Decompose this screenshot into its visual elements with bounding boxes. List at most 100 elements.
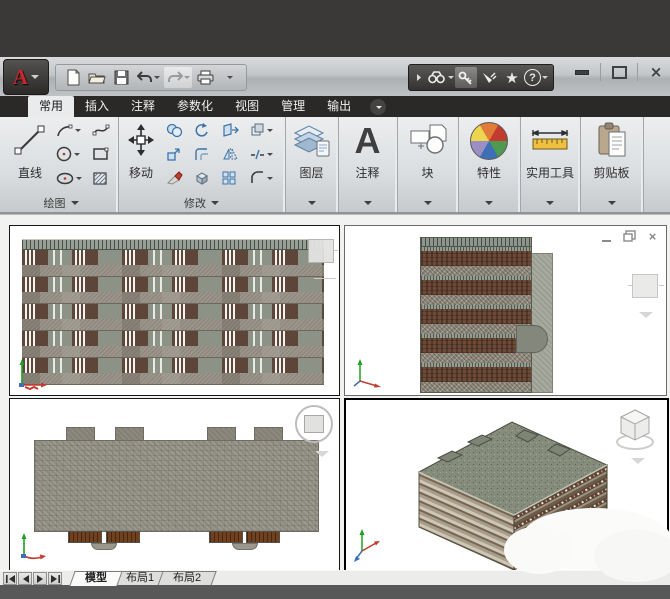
ellipse-icon[interactable] <box>56 168 82 188</box>
expand-arrow-icon[interactable] <box>414 67 424 88</box>
doc-restore-icon[interactable] <box>622 230 637 242</box>
viewcube-3d-icon[interactable] <box>613 406 657 452</box>
side-elevation-graphic <box>420 237 553 393</box>
doc-minimize-icon[interactable] <box>599 230 614 242</box>
print-icon[interactable] <box>194 67 216 88</box>
qat-customize-icon[interactable] <box>218 67 240 88</box>
favorites-star-icon[interactable]: ★ <box>501 67 523 88</box>
scale-flyout-icon[interactable] <box>250 120 273 140</box>
utilities-label[interactable]: 实用工具 <box>520 164 580 181</box>
rectangle-icon[interactable] <box>92 144 110 164</box>
help-icon[interactable]: ? <box>524 69 541 86</box>
layers-icon[interactable] <box>285 118 338 164</box>
utilities-expand[interactable] <box>520 194 580 212</box>
block-expand[interactable] <box>397 194 458 212</box>
undo-icon[interactable] <box>134 67 162 88</box>
block-icon[interactable] <box>397 118 458 164</box>
prev-tab-icon[interactable] <box>18 572 32 585</box>
tab-parametric[interactable]: 参数化 <box>166 96 224 117</box>
clipboard-icon[interactable] <box>580 118 643 164</box>
search-dropdown-caret[interactable] <box>448 76 454 79</box>
properties-label[interactable]: 特性 <box>458 164 520 181</box>
viewport-side-elevation[interactable]: × <box>344 225 667 396</box>
floor-row <box>22 250 324 277</box>
search-binoculars-icon[interactable] <box>425 67 447 88</box>
open-folder-icon[interactable] <box>86 67 108 88</box>
draw-panel-label[interactable]: 绘图 <box>4 194 118 212</box>
roof-tab <box>207 427 236 441</box>
circle-icon[interactable] <box>56 144 82 164</box>
tab-view[interactable]: 视图 <box>224 96 270 117</box>
autocad-logo-icon: A <box>13 67 28 88</box>
viewport-plan-view[interactable] <box>9 398 340 571</box>
line-button[interactable]: 直线 <box>7 119 53 193</box>
last-tab-icon[interactable] <box>48 572 62 585</box>
rotate-icon[interactable] <box>194 120 210 140</box>
entrance-step <box>91 543 117 550</box>
minimize-button[interactable] <box>568 62 596 82</box>
ribbon-collapse-icon[interactable] <box>370 99 386 115</box>
redo-icon[interactable] <box>164 67 192 88</box>
restore-button[interactable] <box>605 62 633 82</box>
viewcube-icon[interactable] <box>308 239 334 263</box>
arc-icon[interactable] <box>56 120 82 140</box>
first-tab-icon[interactable] <box>3 572 17 585</box>
viewcube-compass[interactable] <box>295 405 333 443</box>
viewcube-tick <box>334 250 338 251</box>
layers-label[interactable]: 图层 <box>285 164 338 181</box>
entrance-porch <box>68 531 102 543</box>
clipboard-expand[interactable] <box>580 194 643 212</box>
application-menu-button[interactable]: A <box>3 59 49 95</box>
fillet-icon[interactable] <box>250 168 273 188</box>
annotation-expand[interactable] <box>338 194 397 212</box>
annotation-label[interactable]: 注释 <box>338 164 397 181</box>
erase-icon[interactable] <box>166 168 183 188</box>
undo-dropdown-caret[interactable] <box>154 76 160 79</box>
move-button[interactable]: 移动 <box>120 119 162 193</box>
viewcube-icon[interactable] <box>632 274 658 298</box>
tab-manage[interactable]: 管理 <box>270 96 316 117</box>
status-band <box>0 585 670 599</box>
array-icon[interactable] <box>222 168 239 188</box>
viewport-front-elevation[interactable] <box>9 225 340 396</box>
offset-icon[interactable] <box>194 144 210 164</box>
panel-expand-icon <box>211 201 219 205</box>
color-wheel-icon[interactable] <box>458 118 520 164</box>
line-icon <box>13 119 47 161</box>
properties-expand[interactable] <box>458 194 520 212</box>
tab-layout2[interactable]: 布局2 <box>157 571 217 586</box>
block-label[interactable]: 块 <box>397 164 458 181</box>
layers-expand[interactable] <box>285 194 338 212</box>
clipboard-label[interactable]: 剪贴板 <box>580 164 643 181</box>
redo-dropdown-caret[interactable] <box>184 76 190 79</box>
subscription-key-icon[interactable] <box>455 67 477 88</box>
mirror-icon[interactable] <box>222 144 239 164</box>
tab-output[interactable]: 输出 <box>316 96 362 117</box>
copy-icon[interactable] <box>166 120 183 140</box>
tab-annotate[interactable]: 注释 <box>120 96 166 117</box>
measure-icon[interactable] <box>520 118 580 164</box>
communication-satellite-icon[interactable] <box>478 67 500 88</box>
close-button[interactable]: × <box>642 62 670 82</box>
panel-draw: 直线 <box>4 117 119 212</box>
save-icon[interactable] <box>110 67 132 88</box>
help-dropdown-caret[interactable] <box>542 76 548 79</box>
tab-insert[interactable]: 插入 <box>74 96 120 117</box>
text-a-icon[interactable]: A <box>338 118 397 164</box>
spline-icon[interactable] <box>92 120 110 140</box>
entrance-porch <box>246 531 280 543</box>
panel-properties: 特性 <box>458 117 521 212</box>
hatch-icon[interactable] <box>92 168 110 188</box>
next-tab-icon[interactable] <box>33 572 47 585</box>
new-file-icon[interactable] <box>62 67 84 88</box>
navbar-collapse-hint <box>639 312 653 318</box>
stretch-icon[interactable] <box>222 120 239 140</box>
modify-panel-label[interactable]: 修改 <box>118 194 285 212</box>
doc-close-icon[interactable]: × <box>645 230 660 242</box>
tab-model[interactable]: 模型 <box>69 571 122 586</box>
explode-icon[interactable] <box>194 168 210 188</box>
tab-home[interactable]: 常用 <box>28 96 74 117</box>
break-icon[interactable] <box>250 144 273 164</box>
move-icon <box>125 119 157 161</box>
scale-icon[interactable] <box>166 144 183 164</box>
